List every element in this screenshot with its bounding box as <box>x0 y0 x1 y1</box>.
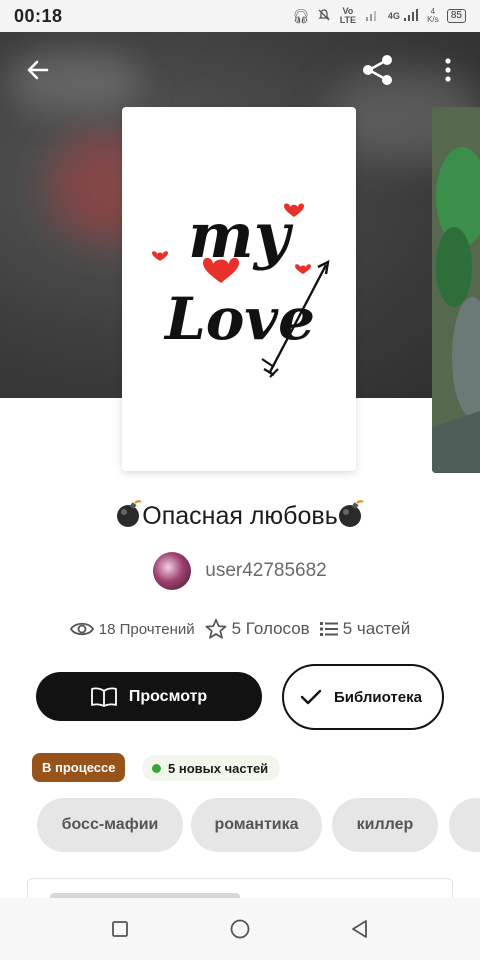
new-indicator-dot <box>152 763 161 773</box>
status-time: 00:18 <box>14 5 63 26</box>
book-icon <box>90 687 117 707</box>
tag-chip-overflow[interactable] <box>449 798 480 852</box>
next-cover-artwork <box>432 107 480 473</box>
story-stats: 18 Прочтений 5 Голосов 5 частей <box>0 618 480 640</box>
read-button-label: Просмотр <box>128 687 208 705</box>
story-details-screen: 00:18 🎧︎ Vo LTE 4G 4 K/s 85 my Love Опас… <box>0 0 480 960</box>
story-title: Опасная любовь <box>0 500 480 535</box>
back-arrow-icon <box>27 60 49 80</box>
system-nav-bar <box>0 898 480 960</box>
mute-icon <box>317 8 331 25</box>
status-bar: 00:18 🎧︎ Vo LTE 4G 4 K/s 85 <box>0 0 480 32</box>
reads-stat: 18 Прочтений <box>69 620 195 638</box>
reads-count: 18 Прочтений <box>98 620 195 638</box>
headphones-icon: 🎧︎ <box>292 7 310 24</box>
votes-count: 5 Голосов <box>231 619 310 638</box>
author-row[interactable]: user42785682 <box>0 552 480 590</box>
network-type-label: 4G <box>387 11 400 21</box>
home-icon <box>230 919 250 939</box>
data-speed-label: 4 K/s <box>427 7 439 24</box>
new-parts-label: 5 новых частей <box>168 760 269 776</box>
cover-artwork: my Love <box>152 199 330 378</box>
cover-title-my: my <box>188 199 294 272</box>
checkmark-icon <box>300 689 322 705</box>
volte-label: Vo LTE <box>339 6 357 25</box>
status-badge: В процессе <box>32 753 126 782</box>
back-icon <box>352 920 367 938</box>
tag-chip[interactable]: романтика <box>191 798 322 852</box>
back-button[interactable] <box>18 50 58 90</box>
share-button[interactable] <box>358 50 398 90</box>
share-icon <box>363 55 392 85</box>
story-title-text: Опасная любовь <box>142 502 338 531</box>
status-icons: 🎧︎ Vo LTE 4G 4 K/s 85 <box>292 7 466 25</box>
new-parts-badge: 5 новых частей <box>142 755 281 781</box>
cover-title-love: Love <box>163 285 315 353</box>
votes-stat: 5 Голосов <box>205 618 310 640</box>
bomb-icon <box>338 500 364 535</box>
parts-count: 5 частей <box>342 619 411 638</box>
parts-stat: 5 частей <box>319 619 411 639</box>
bomb-icon <box>116 500 142 535</box>
list-icon <box>319 622 338 636</box>
star-icon <box>205 618 227 639</box>
library-button-label: Библиотека <box>334 688 422 706</box>
more-options-button[interactable] <box>428 50 468 90</box>
read-button[interactable]: Просмотр <box>36 672 262 721</box>
avatar[interactable] <box>153 552 192 590</box>
eye-icon <box>69 622 94 636</box>
story-cover[interactable]: my Love <box>122 107 356 471</box>
recent-apps-icon <box>112 921 128 937</box>
more-vertical-icon <box>445 58 451 82</box>
battery-indicator: 85 <box>446 9 466 23</box>
system-back-button[interactable] <box>345 914 375 944</box>
author-name[interactable]: user42785682 <box>205 560 327 582</box>
next-story-cover[interactable] <box>432 107 480 473</box>
home-button[interactable] <box>225 914 255 944</box>
signal-icon <box>365 8 381 25</box>
signal-strength-icon <box>403 8 419 25</box>
tag-chip[interactable]: киллер <box>332 798 438 852</box>
tag-chip[interactable]: босс-мафии <box>37 798 183 852</box>
recent-apps-button[interactable] <box>105 914 135 944</box>
library-button[interactable]: Библиотека <box>282 664 444 730</box>
